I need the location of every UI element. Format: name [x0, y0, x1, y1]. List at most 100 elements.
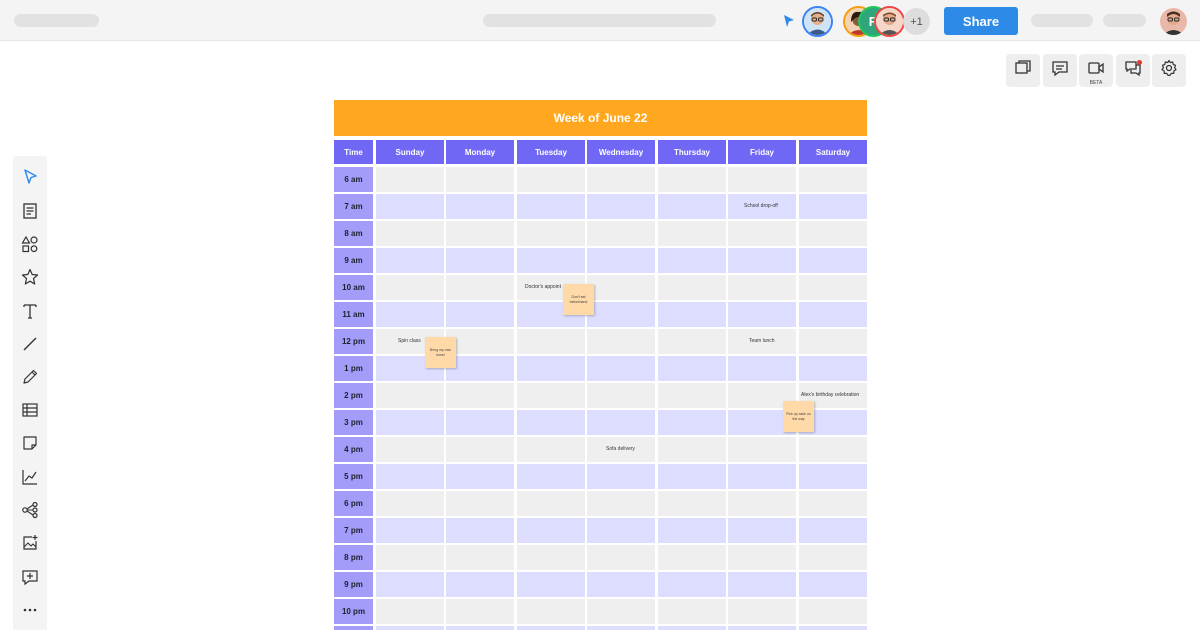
calendar-cell-thursday[interactable]: [658, 572, 726, 597]
calendar-cell-saturday[interactable]: [799, 275, 867, 300]
calendar-cell-monday[interactable]: [446, 491, 514, 516]
calendar-cell-monday[interactable]: [446, 518, 514, 543]
collaborator-avatar-self[interactable]: [804, 8, 831, 35]
calendar-cell-thursday[interactable]: [658, 221, 726, 246]
sticky-note-tool[interactable]: [13, 431, 47, 459]
calendar-cell-saturday[interactable]: [799, 464, 867, 489]
calendar-cell-sunday[interactable]: [376, 194, 444, 219]
calendar-cell-saturday[interactable]: [799, 572, 867, 597]
calendar-cell-monday[interactable]: [446, 410, 514, 435]
calendar-cell-monday[interactable]: [446, 599, 514, 624]
calendar-cell-thursday[interactable]: [658, 383, 726, 408]
calendar-cell-friday[interactable]: [728, 302, 796, 327]
calendar-cell-wednesday[interactable]: [587, 329, 655, 354]
chart-tool[interactable]: [13, 465, 47, 493]
calendar-cell-wednesday[interactable]: [587, 599, 655, 624]
calendar-cell-friday[interactable]: [728, 356, 796, 381]
calendar-cell-thursday[interactable]: [658, 356, 726, 381]
embed-tool[interactable]: [13, 565, 47, 593]
calendar-cell-wednesday[interactable]: [587, 248, 655, 273]
calendar-cell-saturday[interactable]: [799, 437, 867, 462]
calendar-cell-sunday[interactable]: [376, 221, 444, 246]
more-collaborators-badge[interactable]: +1: [903, 8, 930, 35]
calendar-cell-tuesday[interactable]: [517, 167, 585, 192]
text-tool[interactable]: [13, 299, 47, 327]
calendar-cell-tuesday[interactable]: [517, 464, 585, 489]
calendar-cell-thursday[interactable]: [658, 302, 726, 327]
calendar-cell-friday[interactable]: [728, 518, 796, 543]
calendar-cell-saturday[interactable]: [799, 356, 867, 381]
pages-button[interactable]: [1006, 54, 1040, 87]
event-school-dropoff[interactable]: School drop-off: [744, 203, 778, 209]
calendar-cell-friday[interactable]: [728, 545, 796, 570]
calendar-cell-monday[interactable]: [446, 329, 514, 354]
calendar-cell-saturday[interactable]: [799, 302, 867, 327]
settings-button[interactable]: [1152, 54, 1186, 87]
calendar-cell-monday[interactable]: [446, 572, 514, 597]
calendar-cell-friday[interactable]: [728, 437, 796, 462]
calendar-cell-monday[interactable]: [446, 194, 514, 219]
calendar-cell-saturday[interactable]: [799, 167, 867, 192]
event-doctors-appointment[interactable]: Doctor's appoint: [525, 284, 561, 290]
calendar-cell-thursday[interactable]: [658, 626, 726, 630]
calendar-cell-tuesday[interactable]: [517, 194, 585, 219]
calendar-cell-thursday[interactable]: [658, 194, 726, 219]
calendar-cell-monday[interactable]: [446, 383, 514, 408]
calendar-cell-tuesday[interactable]: [517, 248, 585, 273]
calendar-cell-thursday[interactable]: [658, 437, 726, 462]
menu-placeholder-2[interactable]: [1103, 14, 1146, 27]
event-spin-class[interactable]: Spin class: [398, 338, 421, 344]
calendar-cell-saturday[interactable]: [799, 248, 867, 273]
comments-button[interactable]: [1043, 54, 1077, 87]
calendar-cell-tuesday[interactable]: [517, 410, 585, 435]
calendar-cell-tuesday[interactable]: [517, 437, 585, 462]
calendar-cell-tuesday[interactable]: [517, 599, 585, 624]
calendar-cell-wednesday[interactable]: [587, 383, 655, 408]
calendar-cell-saturday[interactable]: [799, 491, 867, 516]
templates-tool[interactable]: [13, 199, 47, 227]
line-tool[interactable]: [13, 332, 47, 360]
calendar-cell-sunday[interactable]: [376, 248, 444, 273]
calendar-cell-saturday[interactable]: [799, 194, 867, 219]
table-tool[interactable]: [13, 398, 47, 426]
calendar-cell-monday[interactable]: [446, 275, 514, 300]
calendar-cell-saturday[interactable]: [799, 545, 867, 570]
calendar-cell-monday[interactable]: [446, 464, 514, 489]
calendar-cell-friday[interactable]: [728, 167, 796, 192]
calendar-cell-friday[interactable]: [728, 491, 796, 516]
calendar-cell-thursday[interactable]: [658, 167, 726, 192]
shapes-tool[interactable]: [13, 232, 47, 260]
calendar-cell-thursday[interactable]: [658, 599, 726, 624]
calendar-cell-thursday[interactable]: [658, 275, 726, 300]
calendar-cell-sunday[interactable]: [376, 275, 444, 300]
calendar-cell-thursday[interactable]: [658, 491, 726, 516]
calendar-cell-monday[interactable]: [446, 248, 514, 273]
calendar-cell-tuesday[interactable]: [517, 491, 585, 516]
collaborator-avatar-2[interactable]: [876, 8, 903, 35]
calendar-cell-friday[interactable]: [728, 572, 796, 597]
sticky-note-tuesday[interactable]: Don't eat beforehand: [563, 284, 594, 315]
calendar-cell-friday[interactable]: [728, 626, 796, 630]
calendar-cell-wednesday[interactable]: [587, 194, 655, 219]
event-team-lunch[interactable]: Team lunch: [749, 338, 775, 344]
calendar-cell-thursday[interactable]: [658, 410, 726, 435]
calendar-cell-tuesday[interactable]: [517, 545, 585, 570]
calendar-cell-monday[interactable]: [446, 221, 514, 246]
calendar-cell-thursday[interactable]: [658, 329, 726, 354]
calendar-cell-sunday[interactable]: [376, 545, 444, 570]
more-tools-button[interactable]: [13, 598, 47, 626]
video-call-button[interactable]: BETA: [1079, 54, 1113, 87]
chat-button[interactable]: [1116, 54, 1150, 87]
calendar-cell-sunday[interactable]: [376, 383, 444, 408]
select-tool[interactable]: [13, 165, 47, 193]
calendar-cell-wednesday[interactable]: [587, 167, 655, 192]
calendar-cell-tuesday[interactable]: [517, 329, 585, 354]
calendar-cell-thursday[interactable]: [658, 248, 726, 273]
event-birthday-celebration[interactable]: Alex's birthday celebration: [801, 392, 859, 398]
sticky-note-sunday[interactable]: Bring my own towel: [425, 337, 456, 368]
calendar-cell-thursday[interactable]: [658, 518, 726, 543]
calendar-cell-wednesday[interactable]: [587, 221, 655, 246]
calendar-cell-tuesday[interactable]: [517, 572, 585, 597]
calendar-cell-thursday[interactable]: [658, 545, 726, 570]
cursor-follow-icon[interactable]: [782, 14, 796, 33]
